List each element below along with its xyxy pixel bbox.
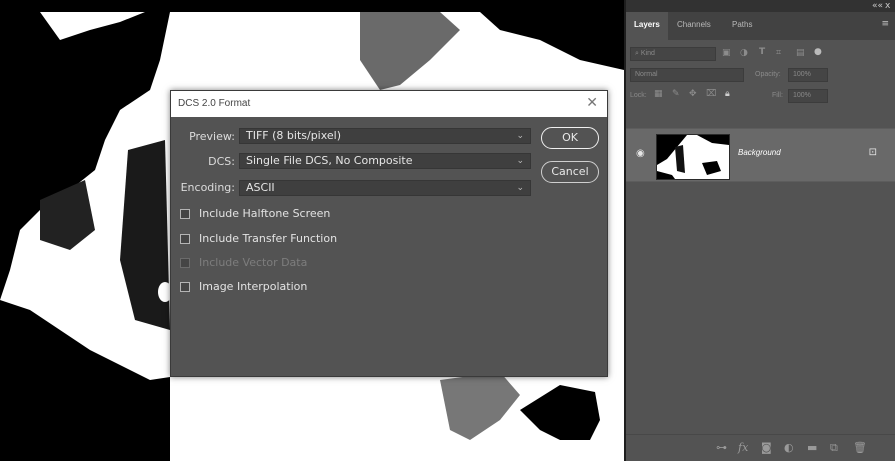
blend-row: Normal Opacity: 100%: [626, 65, 895, 85]
panel-top-bar: «« x: [626, 0, 895, 12]
smart-object-filter-icon[interactable]: ▤: [796, 48, 805, 58]
preview-label: Preview:: [189, 130, 235, 143]
panel-bottom-bar: ⊶ fx ◙ ◐ ▬ ⧉ 🗑︎: [626, 434, 895, 461]
link-icon[interactable]: ⊶: [716, 441, 727, 454]
fill-field[interactable]: 100%: [788, 89, 828, 103]
lock-label: Lock:: [630, 92, 647, 99]
chevron-down-icon: ⌄: [516, 131, 524, 141]
dcs-value: Single File DCS, No Composite: [246, 154, 413, 167]
filter-row: ⌕ Kind ▣ ◑ T ⌗ ▤ ●: [626, 44, 895, 64]
lock-position-icon[interactable]: ✥: [689, 89, 697, 99]
fx-icon[interactable]: fx: [738, 441, 748, 454]
shape-filter-icon[interactable]: ⌗: [776, 48, 781, 58]
preview-select[interactable]: TIFF (8 bits/pixel) ⌄: [239, 128, 531, 144]
dcs-label: DCS:: [208, 155, 235, 168]
tab-channels[interactable]: Channels: [677, 20, 711, 29]
lock-all-icon[interactable]: 🔒︎: [725, 89, 730, 99]
checkbox-box[interactable]: [180, 282, 190, 292]
adjustment-filter-icon[interactable]: ◑: [740, 48, 748, 58]
tab-paths[interactable]: Paths: [732, 20, 752, 29]
checkbox-box[interactable]: [180, 209, 190, 219]
encoding-value: ASCII: [246, 181, 275, 194]
layer-thumbnail-image: [657, 135, 729, 179]
folder-icon[interactable]: ▬: [807, 441, 817, 454]
checkbox-label: Include Halftone Screen: [199, 207, 331, 220]
encoding-label: Encoding:: [180, 181, 235, 194]
eye-icon[interactable]: ◉: [636, 148, 645, 159]
dcs-select[interactable]: Single File DCS, No Composite ⌄: [239, 153, 531, 169]
checkbox-label: Image Interpolation: [199, 280, 308, 293]
opacity-label: Opacity:: [755, 71, 781, 78]
lock-transparent-icon[interactable]: ▦: [654, 89, 663, 99]
lock-paint-icon[interactable]: ✎: [672, 89, 680, 99]
layer-row-background[interactable]: ◉ Background ⊡: [626, 128, 895, 182]
checkbox-label: Include Transfer Function: [199, 232, 338, 245]
encoding-select[interactable]: ASCII ⌄: [239, 180, 531, 196]
checkbox-box[interactable]: [180, 234, 190, 244]
type-filter-icon[interactable]: T: [759, 47, 765, 57]
layer-thumbnail[interactable]: [656, 134, 730, 180]
panel-menu-icon[interactable]: ≡: [881, 19, 889, 29]
panel-tabs: Layers Channels Paths ≡: [626, 12, 895, 40]
dialog-title-bar[interactable]: DCS 2.0 Format ✕: [171, 91, 607, 117]
lock-icon[interactable]: ⊡: [869, 147, 877, 158]
preview-value: TIFF (8 bits/pixel): [246, 129, 342, 142]
collapse-panels-icon[interactable]: ««: [872, 0, 883, 12]
checkbox-box: [180, 258, 190, 268]
ok-button[interactable]: OK: [541, 127, 599, 149]
fill-label: Fill:: [772, 92, 783, 99]
dialog-title: DCS 2.0 Format: [178, 98, 251, 109]
new-layer-icon[interactable]: ⧉: [830, 441, 838, 455]
layers-panel: Layers Channels Paths ≡ ⌕ Kind ▣ ◑ T ⌗ ▤…: [626, 12, 895, 461]
opacity-field[interactable]: 100%: [788, 68, 828, 82]
kind-filter-value: Kind: [640, 50, 655, 57]
chevron-down-icon: ⌄: [516, 156, 524, 166]
chevron-down-icon: ⌄: [516, 183, 524, 193]
dcs-format-dialog: DCS 2.0 Format ✕ Preview: TIFF (8 bits/p…: [170, 90, 608, 377]
filter-toggle-icon[interactable]: ●: [814, 47, 822, 57]
close-panel-icon[interactable]: x: [885, 0, 890, 12]
mask-icon[interactable]: ◙: [761, 441, 772, 454]
lock-row: Lock: ▦ ✎ ✥ ⌧ 🔒︎ Fill: 100%: [626, 86, 895, 106]
cancel-button[interactable]: Cancel: [541, 161, 599, 183]
layer-name[interactable]: Background: [738, 148, 781, 157]
lock-artboard-icon[interactable]: ⌧: [706, 89, 716, 99]
kind-filter-select[interactable]: ⌕ Kind: [630, 47, 716, 61]
blend-mode-value: Normal: [635, 71, 658, 78]
blend-mode-select[interactable]: Normal: [630, 68, 744, 82]
close-icon[interactable]: ✕: [586, 95, 598, 111]
fill-value: 100%: [793, 92, 811, 99]
checkbox-label: Include Vector Data: [199, 256, 308, 269]
opacity-value: 100%: [793, 71, 811, 78]
tab-layers[interactable]: Layers: [634, 20, 660, 29]
image-filter-icon[interactable]: ▣: [722, 48, 731, 58]
adjustment-icon[interactable]: ◐: [784, 441, 794, 454]
trash-icon[interactable]: 🗑︎: [853, 441, 867, 454]
